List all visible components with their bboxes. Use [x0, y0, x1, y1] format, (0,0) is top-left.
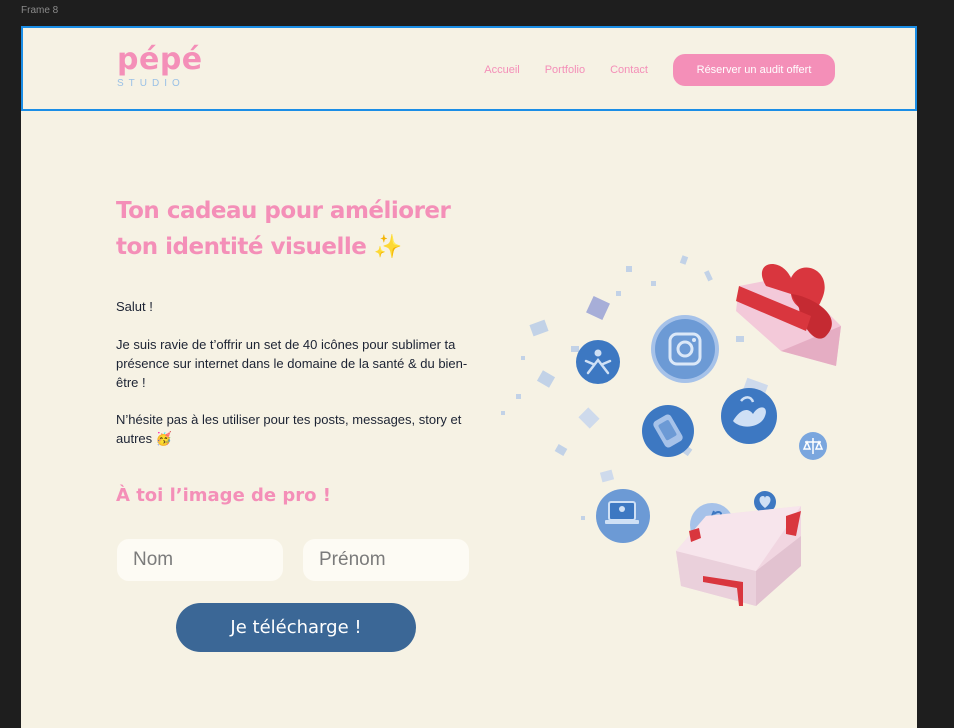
intro-paragraph: Je suis ravie de t’offrir un set de 40 i… [116, 337, 468, 390]
logo-sub-text: STUDIO [117, 78, 185, 89]
usage-paragraph: N’hésite pas à les utiliser pour tes pos… [116, 412, 462, 446]
nav-accueil[interactable]: Accueil [484, 54, 519, 86]
phone-icon [642, 405, 694, 457]
logo-main-text: pépé [117, 42, 203, 77]
yoga-icon [576, 340, 620, 384]
gift-illustration [501, 255, 841, 606]
page-frame: pépé STUDIO Accueil Portfolio Contact Ré… [21, 26, 917, 728]
ribbon-bow-icon [736, 264, 841, 366]
dove-hands-icon [721, 388, 777, 444]
laptop-icon [596, 489, 650, 543]
audit-cta-button[interactable]: Réserver un audit offert [673, 54, 835, 86]
nav-portfolio[interactable]: Portfolio [545, 54, 585, 86]
prenom-input[interactable] [303, 539, 469, 581]
hero-title: Ton cadeau pour améliorer ton identité v… [116, 193, 451, 265]
nom-input[interactable] [117, 539, 283, 581]
confetti [501, 255, 769, 522]
logo[interactable]: pépé STUDIO [117, 42, 203, 90]
hero-title-line2: ton identité visuelle ✨ [116, 234, 403, 260]
camera-icon [651, 315, 719, 383]
form-subtitle: À toi l’image de pro ! [116, 485, 332, 506]
hero-title-line1: Ton cadeau pour améliorer [116, 198, 451, 224]
site-header: pépé STUDIO Accueil Portfolio Contact Ré… [21, 26, 917, 111]
main-nav: Accueil Portfolio Contact Réserver un au… [484, 54, 835, 86]
download-button[interactable]: Je télécharge ! [176, 603, 416, 652]
greeting-text: Salut ! [116, 299, 153, 314]
balance-icon [799, 432, 827, 460]
nav-contact[interactable]: Contact [610, 54, 648, 86]
frame-label: Frame 8 [21, 5, 59, 16]
